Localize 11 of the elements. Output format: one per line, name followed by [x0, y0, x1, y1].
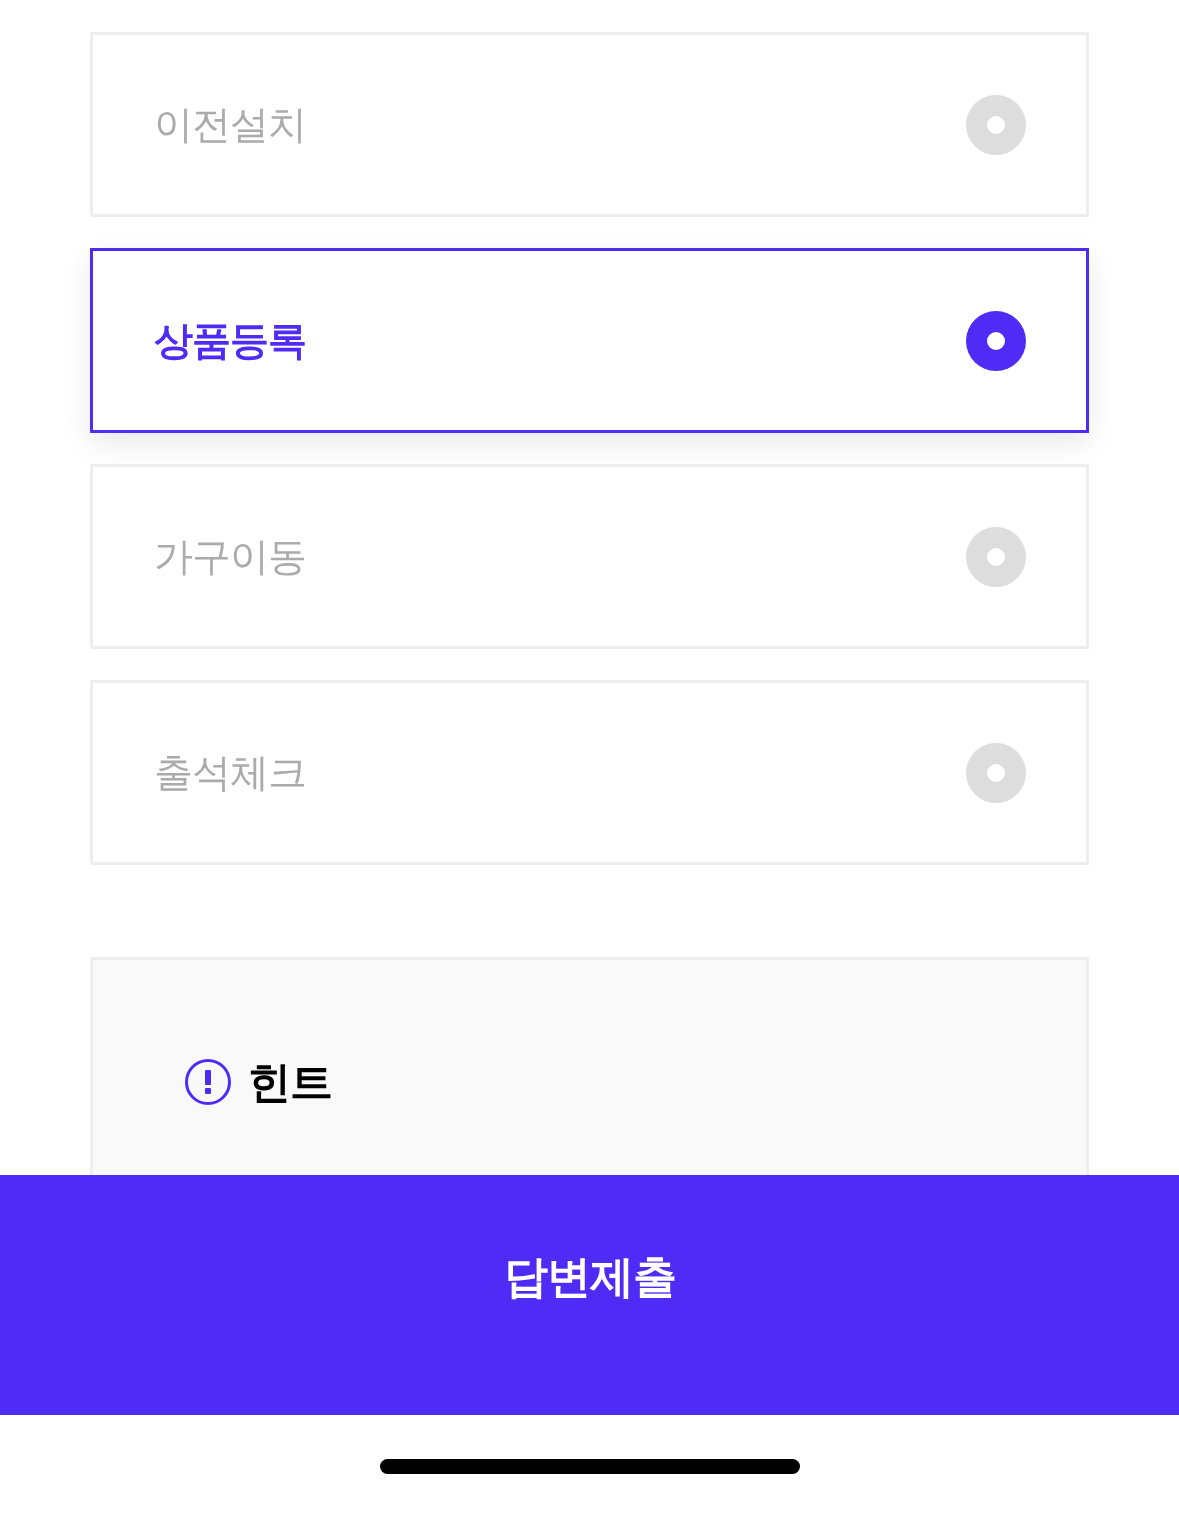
radio-icon — [966, 310, 1026, 371]
answer-option[interactable]: 가구이동 — [90, 464, 1089, 649]
submit-button[interactable]: 답변제출 — [0, 1175, 1179, 1415]
radio-icon — [966, 742, 1026, 803]
radio-icon — [966, 94, 1026, 155]
hint-title: 힌트 — [248, 1057, 332, 1107]
exclamation-icon — [185, 1059, 231, 1105]
radio-icon — [966, 526, 1026, 587]
answer-option[interactable]: 이전설치 — [90, 32, 1089, 217]
answer-option[interactable]: 출석체크 — [90, 680, 1089, 865]
answer-option[interactable]: 상품등록 — [90, 248, 1089, 433]
